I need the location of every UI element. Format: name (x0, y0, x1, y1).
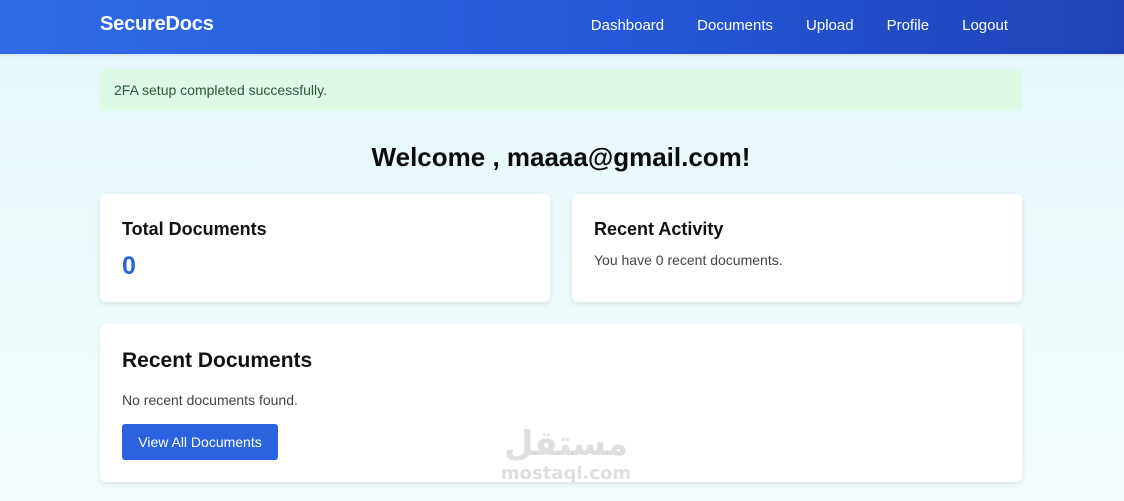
top-navbar: SecureDocs Dashboard Documents Upload Pr… (0, 0, 1124, 54)
total-documents-value: 0 (122, 252, 136, 280)
nav-dashboard[interactable]: Dashboard (591, 17, 664, 34)
recent-documents-empty-text: No recent documents found. (122, 392, 298, 408)
success-alert: 2FA setup completed successfully. (100, 69, 1022, 111)
brand-logo[interactable]: SecureDocs (100, 13, 214, 36)
nav-profile[interactable]: Profile (887, 17, 930, 34)
recent-activity-text: You have 0 recent documents. (594, 252, 783, 268)
nav-documents[interactable]: Documents (697, 17, 773, 34)
nav-logout[interactable]: Logout (962, 17, 1008, 34)
nav-links: Dashboard Documents Upload Profile Logou… (558, 17, 1008, 34)
total-documents-card: Total Documents 0 (100, 194, 550, 302)
watermark-arabic: مستقل (503, 424, 629, 464)
recent-activity-card: Recent Activity You have 0 recent docume… (572, 194, 1022, 302)
watermark-latin: mostaql.com (500, 463, 632, 484)
welcome-heading: Welcome , maaaa@gmail.com! (371, 142, 751, 172)
recent-documents-title: Recent Documents (122, 349, 313, 372)
recent-activity-label: Recent Activity (594, 219, 724, 239)
mostaql-watermark: مستقل mostaql.com (496, 424, 636, 494)
view-all-documents-button[interactable]: View All Documents (122, 424, 278, 460)
nav-upload[interactable]: Upload (806, 17, 854, 34)
total-documents-label: Total Documents (122, 219, 267, 239)
